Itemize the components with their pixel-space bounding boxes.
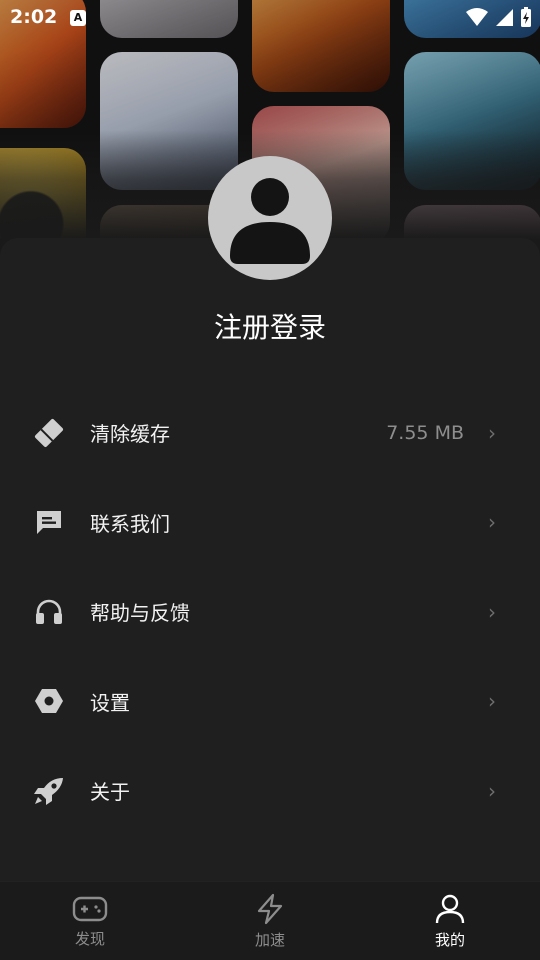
menu-label: 关于 xyxy=(90,780,130,805)
bottom-navigation: 发现 加速 我的 xyxy=(0,881,540,960)
tag-eraser-icon xyxy=(32,416,66,450)
headphones-icon xyxy=(32,595,66,629)
wifi-icon xyxy=(466,8,488,26)
cache-size-value: 7.55 MB xyxy=(386,421,464,444)
menu-label: 帮助与反馈 xyxy=(90,601,190,626)
nav-label: 我的 xyxy=(434,930,465,949)
user-icon xyxy=(435,894,465,923)
menu-item-about[interactable]: 关于 › xyxy=(0,746,540,836)
rocket-icon xyxy=(32,774,66,808)
settings-menu: 清除缓存 7.55 MB › 联系我们 › 帮助与反馈 › 设置 › 关于 › xyxy=(0,388,540,836)
hexagon-settings-icon xyxy=(32,684,66,718)
chevron-right-icon: › xyxy=(488,420,496,445)
chevron-right-icon: › xyxy=(488,778,496,803)
battery-charging-icon xyxy=(521,7,531,27)
chevron-right-icon: › xyxy=(488,599,496,624)
login-register-link[interactable]: 注册登录 xyxy=(0,306,540,346)
menu-label: 设置 xyxy=(90,690,130,715)
avatar[interactable] xyxy=(208,156,332,280)
menu-label: 联系我们 xyxy=(90,511,170,536)
nav-tab-boost[interactable]: 加速 xyxy=(180,882,360,960)
signal-icon xyxy=(496,9,513,26)
status-bar: 2:02 A xyxy=(0,0,540,36)
nav-tab-discover[interactable]: 发现 xyxy=(0,882,180,960)
chat-bubble-icon xyxy=(32,505,66,539)
chevron-right-icon: › xyxy=(488,689,496,714)
gamepad-icon xyxy=(72,896,108,921)
nav-label: 加速 xyxy=(254,930,285,949)
notification-a-icon: A xyxy=(70,10,86,26)
status-time: 2:02 xyxy=(10,6,58,28)
nav-tab-mine[interactable]: 我的 xyxy=(360,882,540,960)
menu-item-clear-cache[interactable]: 清除缓存 7.55 MB › xyxy=(0,388,540,478)
menu-item-help-feedback[interactable]: 帮助与反馈 › xyxy=(0,567,540,657)
lightning-icon xyxy=(257,893,283,924)
chevron-right-icon: › xyxy=(488,510,496,535)
default-user-icon xyxy=(230,178,310,264)
menu-item-contact-us[interactable]: 联系我们 › xyxy=(0,478,540,568)
nav-label: 发现 xyxy=(74,929,105,948)
menu-item-settings[interactable]: 设置 › xyxy=(0,657,540,747)
menu-label: 清除缓存 xyxy=(90,422,170,447)
